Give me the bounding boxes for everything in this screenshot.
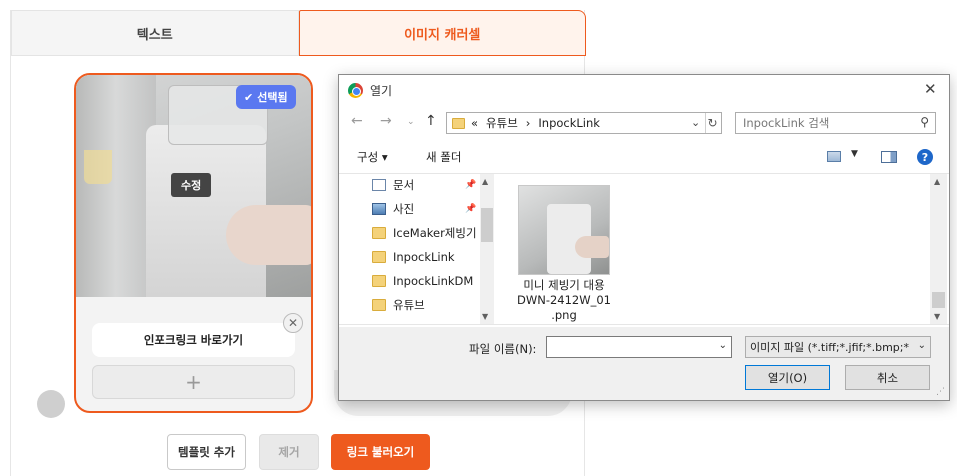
scroll-up-icon[interactable]: ▲ xyxy=(482,177,488,186)
help-icon[interactable]: ? xyxy=(917,149,933,165)
chevron-down-icon[interactable]: ⌄ xyxy=(914,340,926,351)
resize-grip-icon[interactable]: ⋰ xyxy=(936,387,945,397)
tree-item-label: 유튜브 xyxy=(393,298,425,312)
back-arrow-icon[interactable]: ← xyxy=(351,113,363,129)
add-template-button[interactable]: 템플릿 추가 xyxy=(167,434,246,470)
carousel-card[interactable]: ✔ 선택됨 수정 인포크링크 바로가기 ✕ + xyxy=(74,73,313,413)
folder-icon xyxy=(372,227,386,239)
close-icon[interactable]: ✕ xyxy=(283,313,303,333)
recent-chevron-icon[interactable]: ⌄ xyxy=(407,117,415,127)
cancel-button[interactable]: 취소 xyxy=(845,365,930,390)
folder-icon xyxy=(372,275,386,287)
check-icon: ✔ xyxy=(244,90,254,104)
forward-arrow-icon[interactable]: → xyxy=(380,113,392,129)
tab-image-carousel[interactable]: 이미지 캐러셀 xyxy=(298,10,586,56)
selected-badge-label: 선택됨 xyxy=(257,91,288,104)
tree-item-youtube[interactable]: 유튜브 xyxy=(372,294,425,316)
tree-item-label: InpockLink xyxy=(393,250,455,264)
file-name-label[interactable]: 미니 제빙기 대용 DWN-2412W_01 .png xyxy=(508,278,620,323)
file-thumbnail[interactable] xyxy=(518,185,610,275)
plus-icon: + xyxy=(185,370,202,394)
tab-text[interactable]: 텍스트 xyxy=(11,10,299,56)
dialog-body: 문서 📌 사진 📌 IceMaker제빙기 InpockLink InpockL… xyxy=(339,173,949,325)
close-icon[interactable]: ✕ xyxy=(924,80,937,98)
dialog-title: 열기 xyxy=(370,84,393,98)
files-scroll-thumb[interactable] xyxy=(932,292,945,308)
organize-menu[interactable]: 구성 ▾ xyxy=(357,149,388,165)
search-input[interactable]: InpockLink 검색 ⚲ xyxy=(735,112,936,134)
dialog-titlebar[interactable]: 열기 ✕ xyxy=(339,75,949,105)
chevron-down-icon[interactable]: ⌄ xyxy=(691,116,700,129)
file-name-line: .png xyxy=(551,308,577,322)
tree-item-icemaker[interactable]: IceMaker제빙기 xyxy=(372,222,477,244)
refresh-icon[interactable]: ↻ xyxy=(705,113,719,133)
pin-icon: 📌 xyxy=(465,204,477,214)
tree-scrollbar[interactable]: ▲ ▼ xyxy=(480,174,494,324)
add-link-button[interactable]: + xyxy=(92,365,295,399)
tree-item-inpocklink[interactable]: InpockLink xyxy=(372,246,455,268)
navigation-tree: 문서 📌 사진 📌 IceMaker제빙기 InpockLink InpockL… xyxy=(339,174,495,324)
search-placeholder: InpockLink 검색 xyxy=(743,116,830,130)
file-name-line: 미니 제빙기 대용 xyxy=(523,278,605,292)
filetype-value: 이미지 파일 (*.tiff;*.jfif;*.bmp;* xyxy=(750,341,909,354)
editor-tabs: 텍스트 이미지 캐러셀 xyxy=(11,10,586,56)
photo-glass xyxy=(84,150,112,184)
selected-badge: ✔ 선택됨 xyxy=(236,85,296,109)
scroll-down-icon[interactable]: ▼ xyxy=(934,312,940,321)
tree-item-pictures[interactable]: 사진 xyxy=(372,198,414,220)
view-icon[interactable] xyxy=(827,151,841,162)
card-link-text[interactable]: 인포크링크 바로가기 xyxy=(92,323,295,357)
remove-button[interactable]: 제거 xyxy=(259,434,319,470)
files-scrollbar[interactable]: ▲ ▼ xyxy=(930,174,947,324)
edit-image-button[interactable]: 수정 xyxy=(171,173,212,197)
pin-icon: 📌 xyxy=(465,180,477,190)
chrome-icon xyxy=(348,83,363,98)
open-button[interactable]: 열기(O) xyxy=(745,365,830,390)
address-overflow[interactable]: « xyxy=(471,116,478,130)
up-arrow-icon[interactable]: ↑ xyxy=(425,113,437,129)
tree-item-documents[interactable]: 문서 xyxy=(372,174,414,196)
avatar xyxy=(37,390,65,418)
dialog-footer: 파일 이름(N): ⌄ 이미지 파일 (*.tiff;*.jfif;*.bmp;… xyxy=(339,327,949,400)
chevron-down-icon[interactable]: ⌄ xyxy=(719,340,727,351)
tree-item-inpocklinkdm[interactable]: InpockLinkDM xyxy=(372,270,473,292)
file-list: 미니 제빙기 대용 DWN-2412W_01 .png ▲ ▼ xyxy=(496,174,949,324)
filename-input[interactable]: ⌄ xyxy=(546,336,732,358)
tree-item-label: 문서 xyxy=(393,178,415,192)
dialog-toolbar: 구성 ▾ 새 폴더 ▼ ? xyxy=(339,141,949,171)
filename-label: 파일 이름(N): xyxy=(469,342,537,356)
tree-item-label: IceMaker제빙기 xyxy=(393,226,477,240)
breadcrumb-youtube[interactable]: 유튜브 xyxy=(486,115,518,131)
address-bar[interactable]: « 유튜브 › InpockLink ⌄ ↻ xyxy=(446,112,722,134)
chevron-down-icon[interactable]: ▼ xyxy=(851,149,858,159)
open-file-dialog: 열기 ✕ ← → ⌄ ↑ « 유튜브 › InpockLink ⌄ ↻ Inpo… xyxy=(338,74,950,401)
breadcrumb-separator: › xyxy=(525,116,531,130)
photo-hand xyxy=(226,205,311,265)
load-link-button[interactable]: 링크 불러오기 xyxy=(331,434,430,470)
breadcrumb-inpocklink[interactable]: InpockLink xyxy=(538,116,600,130)
file-name-line: DWN-2412W_01 xyxy=(517,293,611,307)
tree-item-label: 사진 xyxy=(393,202,415,216)
tree-item-label: InpockLinkDM xyxy=(393,274,474,288)
document-icon xyxy=(372,179,386,191)
new-folder-button[interactable]: 새 폴더 xyxy=(426,149,461,165)
folder-icon xyxy=(372,299,386,311)
search-icon: ⚲ xyxy=(920,115,929,129)
filetype-select[interactable]: 이미지 파일 (*.tiff;*.jfif;*.bmp;* ⌄ xyxy=(745,336,931,358)
folder-icon xyxy=(372,251,386,263)
photo-curtain xyxy=(76,75,156,297)
navigation-bar: ← → ⌄ ↑ « 유튜브 › InpockLink ⌄ ↻ InpockLin… xyxy=(339,109,949,137)
scroll-down-icon[interactable]: ▼ xyxy=(482,312,488,321)
tree-scroll-thumb[interactable] xyxy=(481,208,493,242)
folder-icon xyxy=(452,117,465,129)
scroll-up-icon[interactable]: ▲ xyxy=(934,177,940,186)
preview-pane-icon[interactable] xyxy=(881,151,897,163)
thumbnail-hand xyxy=(575,236,609,258)
pictures-icon xyxy=(372,203,386,215)
